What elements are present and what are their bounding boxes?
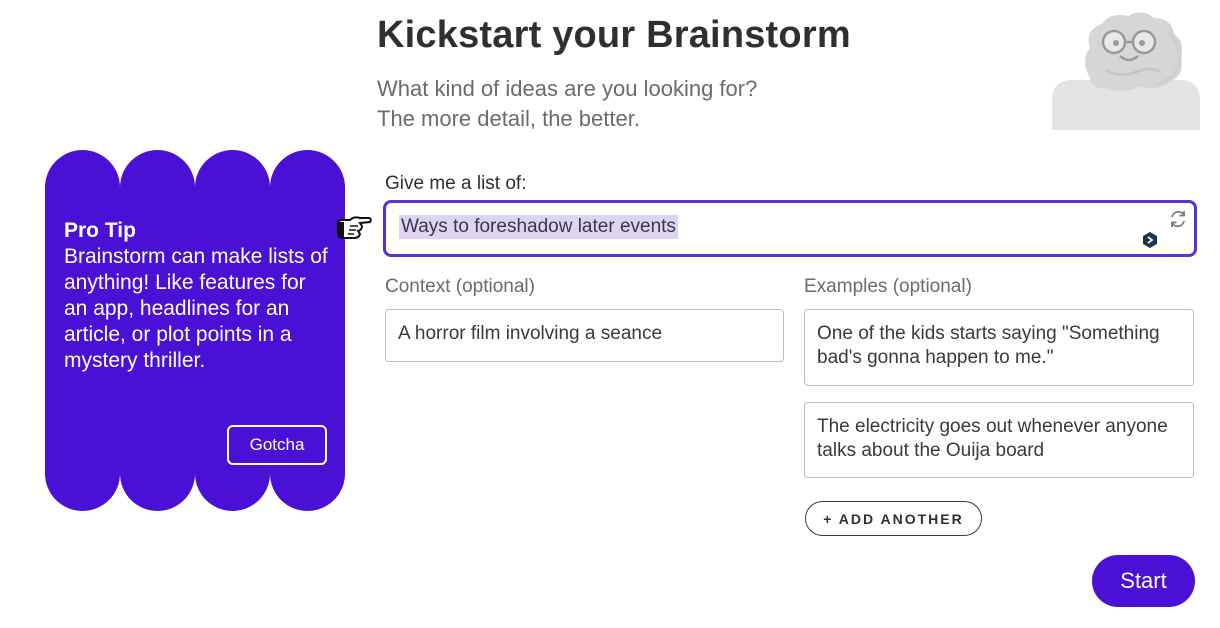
- extension-icon[interactable]: [1142, 232, 1158, 248]
- page-title: Kickstart your Brainstorm: [377, 14, 851, 56]
- context-label: Context (optional): [385, 276, 535, 297]
- pro-tip-title: Pro Tip: [64, 219, 136, 242]
- refresh-icon[interactable]: [1168, 209, 1188, 229]
- list-input-value: Ways to foreshadow later events: [399, 215, 678, 239]
- add-another-button[interactable]: + ADD ANOTHER: [805, 501, 982, 536]
- subtitle-line-2: The more detail, the better.: [377, 106, 640, 131]
- context-input[interactable]: A horror film involving a seance: [385, 309, 784, 362]
- list-label: Give me a list of:: [385, 173, 527, 194]
- mascot-brain-icon: [1052, 12, 1200, 130]
- pro-tip-content: Pro Tip Brainstorm can make lists of any…: [64, 218, 334, 374]
- start-button[interactable]: Start: [1092, 555, 1195, 607]
- list-input[interactable]: Ways to foreshadow later events: [383, 200, 1197, 257]
- gotcha-button[interactable]: Gotcha: [227, 425, 327, 465]
- example-input-2[interactable]: The electricity goes out whenever anyone…: [804, 402, 1194, 478]
- pointing-hand-icon: [337, 216, 372, 239]
- page-subtitle: What kind of ideas are you looking for? …: [377, 74, 757, 134]
- pro-tip-card: Pro Tip Brainstorm can make lists of any…: [45, 150, 345, 511]
- examples-label: Examples (optional): [804, 276, 972, 297]
- pro-tip-text: Brainstorm can make lists of anything! L…: [64, 245, 328, 372]
- subtitle-line-1: What kind of ideas are you looking for?: [377, 76, 758, 101]
- example-input-1[interactable]: One of the kids starts saying "Something…: [804, 309, 1194, 386]
